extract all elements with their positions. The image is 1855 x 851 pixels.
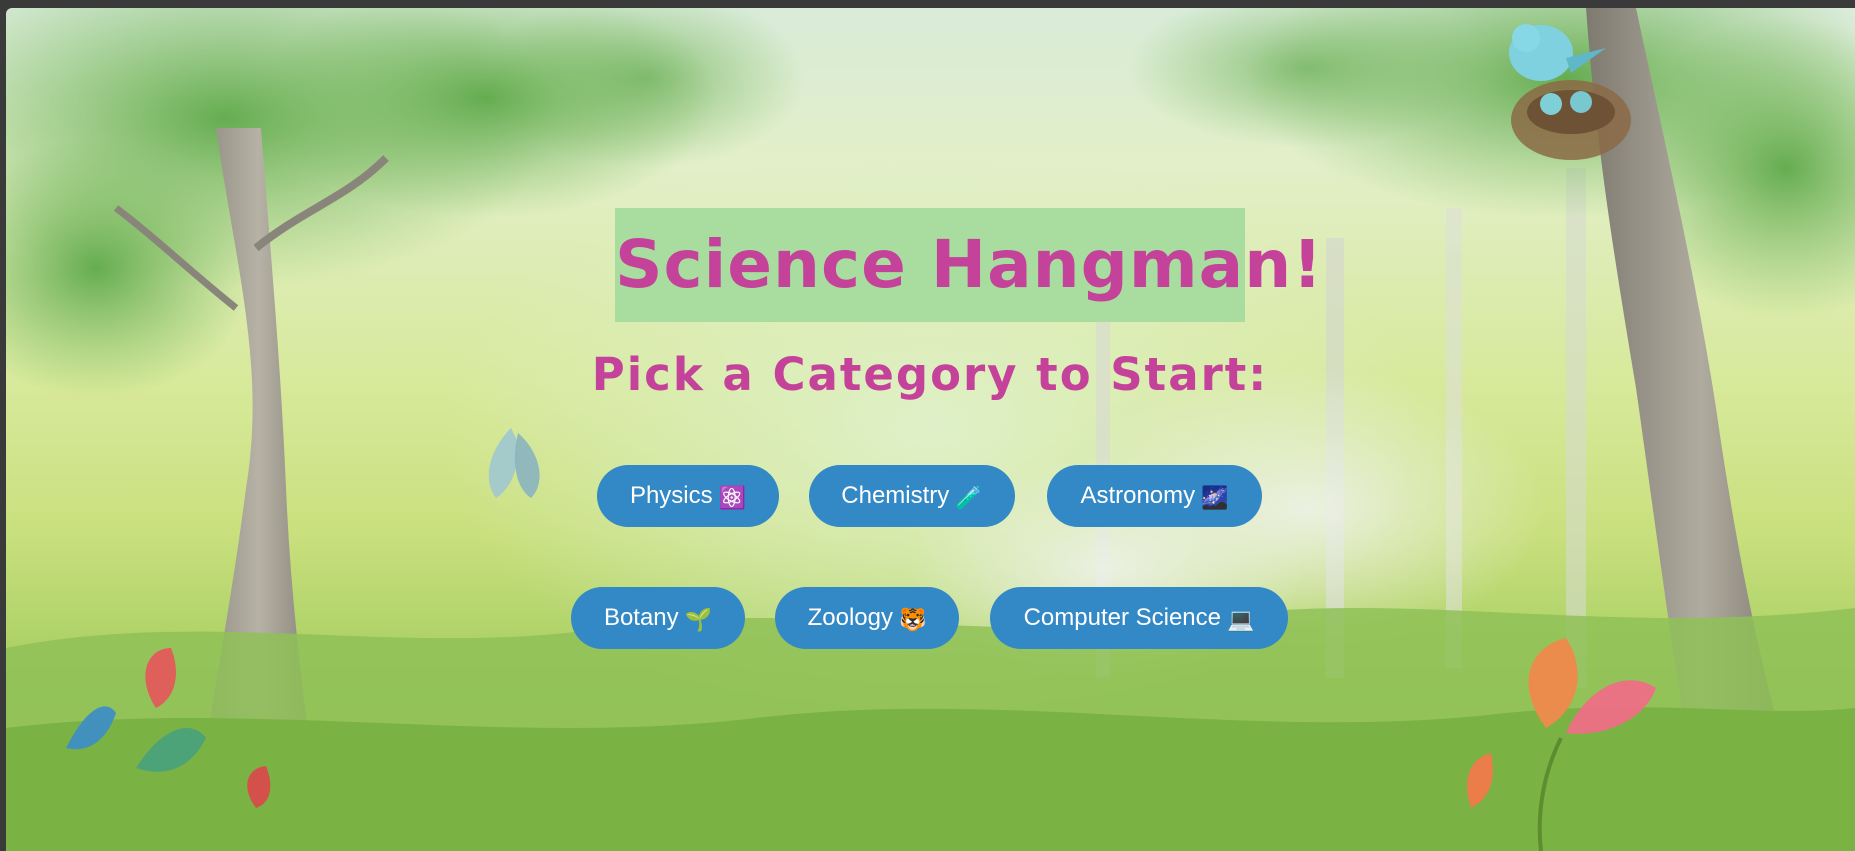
galaxy-icon: 🌌 (1201, 486, 1229, 511)
computer-science-category-button[interactable]: Computer Science 💻 (990, 587, 1288, 649)
game-title: Science Hangman! (615, 208, 1322, 322)
physics-category-button[interactable]: Physics ⚛️ (597, 465, 779, 527)
game-window: Science Hangman! Pick a Category to Star… (6, 8, 1855, 851)
astronomy-category-label: Astronomy (1080, 482, 1196, 509)
category-menu: Science Hangman! Pick a Category to Star… (6, 8, 1855, 851)
tiger-face-icon: 🐯 (898, 608, 927, 633)
chemistry-category-button[interactable]: Chemistry 🧪 (809, 465, 1015, 527)
zoology-category-button[interactable]: Zoology 🐯 (775, 587, 959, 649)
botany-category-label: Botany (603, 604, 679, 631)
physics-category-label: Physics (629, 482, 713, 509)
chemistry-category-label: Chemistry (841, 482, 950, 509)
botany-category-button[interactable]: Botany 🌱 (571, 587, 745, 649)
zoology-category-label: Zoology (807, 604, 893, 631)
computer-science-category-label: Computer Science (1023, 604, 1222, 631)
computer-icon: 💻 (1227, 608, 1255, 633)
test-tube-icon: 🧪 (955, 486, 983, 511)
seedling-icon: 🌱 (684, 608, 713, 633)
astronomy-category-button[interactable]: Astronomy 🌌 (1047, 465, 1262, 527)
category-prompt: Pick a Category to Start: (591, 348, 1269, 401)
atom-icon: ⚛️ (718, 486, 747, 511)
